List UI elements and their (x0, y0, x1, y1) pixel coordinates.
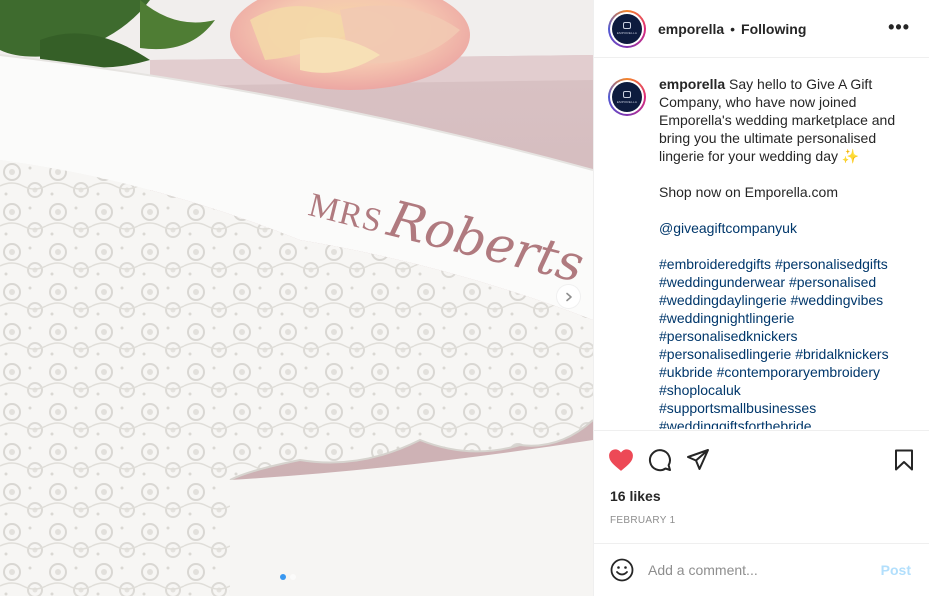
hashtag-line[interactable]: #ukbride #contemporaryembroidery (659, 363, 913, 381)
carousel-dot (290, 574, 296, 580)
action-bar (608, 447, 914, 473)
post-comment-button[interactable]: Post (881, 562, 911, 578)
carousel-indicator (280, 574, 296, 580)
post-image (0, 0, 593, 596)
hashtag-line[interactable]: #weddingnightlingerie (659, 309, 913, 327)
hashtag-line[interactable]: #supportsmallbusinesses (659, 399, 913, 417)
chevron-right-icon (564, 292, 574, 302)
post-photo[interactable]: MRSRoberts (0, 0, 593, 596)
hashtag-line[interactable]: #weddingunderwear #personalised (659, 273, 913, 291)
caption-avatar[interactable]: EMPORELLA (608, 78, 646, 116)
follow-button[interactable]: Following (741, 21, 806, 37)
hashtag-line[interactable]: #personalisedknickers (659, 327, 913, 345)
post-actions: 16 likes FEBRUARY 1 (594, 430, 929, 526)
comment-bubble-icon[interactable] (648, 448, 672, 472)
bookmark-icon[interactable] (894, 449, 914, 476)
caption-text: emporella Say hello to Give A Gift Compa… (659, 75, 913, 429)
caption-section: EMPORELLA emporella Say hello to Give A … (594, 59, 929, 429)
heart-icon[interactable] (608, 448, 634, 472)
caption-shop-line: Shop now on Emporella.com (659, 184, 838, 200)
avatar[interactable]: EMPORELLA (608, 9, 646, 48)
comment-input[interactable] (648, 562, 868, 578)
post-username[interactable]: emporella (658, 21, 724, 37)
hashtag-line[interactable]: #weddinggiftsforthebride (659, 417, 913, 429)
smiley-icon[interactable] (610, 558, 634, 582)
comment-composer: Post (594, 543, 929, 596)
paper-plane-icon[interactable] (686, 448, 710, 472)
post-header: EMPORELLA emporella • Following ••• (594, 0, 929, 58)
hashtag-line[interactable]: #personalisedlingerie #bridalknickers (659, 345, 913, 363)
post-date[interactable]: FEBRUARY 1 (610, 515, 675, 526)
caption-username[interactable]: emporella (659, 76, 725, 92)
header-separator: • (730, 20, 736, 37)
carousel-next-button[interactable] (556, 284, 581, 309)
more-options-button[interactable]: ••• (888, 18, 910, 36)
caption-mention[interactable]: @giveagiftcompanyuk (659, 219, 913, 237)
hashtag-line[interactable]: #embroideredgifts #personalisedgifts (659, 255, 913, 273)
carousel-dot-active (280, 574, 286, 580)
hashtag-line[interactable]: #weddingdaylingerie #weddingvibes (659, 291, 913, 309)
caption-avatar-brand-text: EMPORELLA (616, 99, 638, 104)
post-detail-panel: EMPORELLA emporella • Following ••• EMPO… (593, 0, 929, 596)
hashtag-line[interactable]: #shoplocaluk (659, 381, 913, 399)
likes-count[interactable]: 16 likes (610, 488, 661, 504)
avatar-brand-text: EMPORELLA (616, 31, 638, 35)
